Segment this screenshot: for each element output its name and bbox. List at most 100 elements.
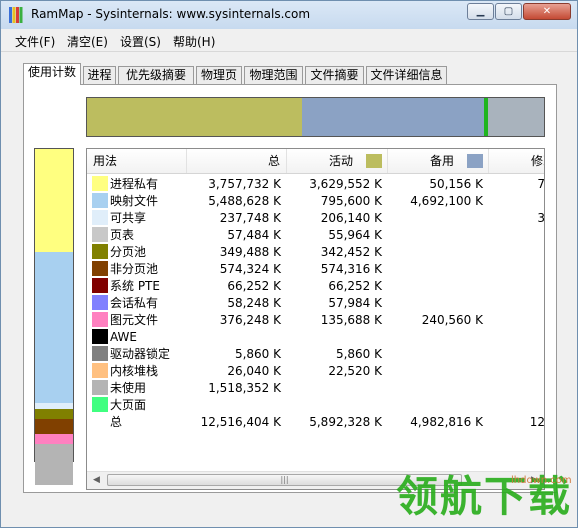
summary-segment-standby (302, 98, 485, 136)
summary-segment-other (487, 98, 544, 136)
row-active: 66,252 K (328, 279, 382, 293)
row-color-swatch (92, 210, 108, 225)
row-total: 237,748 K (219, 211, 281, 225)
minimize-button[interactable]: ▁ (467, 3, 494, 20)
close-button[interactable]: ✕ (523, 3, 571, 20)
active-color-swatch (366, 154, 382, 168)
row-total: 58,248 K (227, 296, 281, 310)
usage-segment (35, 252, 73, 404)
row-label: 内核堆栈 (110, 364, 159, 378)
row-modified (489, 380, 544, 397)
column-header-total[interactable]: 总 (187, 149, 287, 173)
row-active: 342,452 K (320, 245, 382, 259)
menu-help[interactable]: 帮助(H) (173, 33, 215, 50)
row-total: 5,488,628 K (208, 194, 281, 208)
tab-priority-summary[interactable]: 优先级摘要 (118, 66, 194, 84)
row-modified (489, 295, 544, 312)
row-standby: 240,560 K (421, 313, 483, 327)
row-label: 非分页池 (110, 262, 159, 276)
tab-file-details[interactable]: 文件详细信息 (366, 66, 447, 84)
table-row[interactable]: 驱动器锁定 5,860 K 5,860 K (87, 346, 544, 363)
list-header: 用法 总 活动 备用 修改 (87, 149, 544, 174)
tab-file-summary[interactable]: 文件摘要 (305, 66, 364, 84)
row-label: 总 (110, 415, 123, 429)
usage-segment (35, 409, 73, 419)
table-row[interactable]: 内核堆栈 26,040 K 22,520 K (87, 363, 544, 380)
table-row[interactable]: 页表 57,484 K 55,964 K (87, 227, 544, 244)
row-modified (489, 278, 544, 295)
watermark-url: lhdown.com (511, 475, 572, 486)
row-active: 135,688 K (320, 313, 382, 327)
table-row[interactable]: 进程私有 3,757,732 K 3,629,552 K 50,156 K 7 (87, 176, 545, 193)
row-modified (489, 363, 544, 380)
row-label: 分页池 (110, 245, 147, 259)
row-color-swatch (92, 346, 108, 361)
tab-physical-pages[interactable]: 物理页 (196, 66, 242, 84)
menu-empty[interactable]: 清空(E) (67, 33, 108, 50)
tab-physical-ranges[interactable]: 物理范围 (244, 66, 303, 84)
row-standby: 4,692,100 K (410, 194, 483, 208)
table-row[interactable]: 非分页池 574,324 K 574,316 K (87, 261, 544, 278)
column-header-modified-label: 修改 (531, 154, 544, 168)
row-color-swatch (92, 261, 108, 276)
menu-file[interactable]: 文件(F) (15, 33, 55, 50)
table-row[interactable]: 大页面 (87, 397, 544, 414)
table-row[interactable]: 未使用 1,518,352 K (87, 380, 544, 397)
table-row[interactable]: 图元文件 376,248 K 135,688 K 240,560 K (87, 312, 544, 329)
row-color-swatch (92, 363, 108, 378)
tab-processes[interactable]: 进程 (83, 66, 116, 84)
row-label: 图元文件 (110, 313, 159, 327)
scroll-left-icon[interactable]: ◀ (93, 475, 100, 485)
tab-use-counts[interactable]: 使用计数 (23, 63, 81, 85)
row-standby (388, 380, 483, 397)
table-row[interactable]: 分页池 349,488 K 342,452 K (87, 244, 544, 261)
row-color-swatch (92, 244, 108, 259)
table-row[interactable]: 会话私有 58,248 K 57,984 K (87, 295, 544, 312)
table-row[interactable]: 系统 PTE 66,252 K 66,252 K (87, 278, 544, 295)
maximize-icon: ▢ (503, 6, 514, 17)
row-total: 12,516,404 K (200, 415, 281, 429)
row-total: 574,324 K (219, 262, 281, 276)
close-icon: ✕ (542, 6, 552, 17)
column-header-standby[interactable]: 备用 (388, 149, 489, 173)
table-row[interactable]: 可共享 237,748 K 206,140 K 3 (87, 210, 544, 227)
row-label: 页表 (110, 228, 135, 242)
menu-options[interactable]: 设置(S) (120, 33, 161, 50)
row-label: 进程私有 (110, 177, 159, 191)
row-total: 26,040 K (227, 364, 281, 378)
row-active (287, 329, 382, 346)
row-modified (489, 227, 544, 244)
column-header-active[interactable]: 活动 (287, 149, 388, 173)
row-active: 795,600 K (320, 194, 382, 208)
row-active: 22,520 K (328, 364, 382, 378)
table-row[interactable]: AWE (87, 329, 544, 346)
row-label: 未使用 (110, 381, 147, 395)
row-active: 57,984 K (328, 296, 382, 310)
column-header-active-label: 活动 (329, 154, 354, 168)
row-total: 1,518,352 K (208, 381, 281, 395)
table-row[interactable]: 总 12,516,404 K 5,892,328 K 4,982,816 K 12 (87, 414, 544, 431)
row-standby (388, 397, 483, 414)
row-label: 会话私有 (110, 296, 159, 310)
row-total: 5,860 K (234, 347, 281, 361)
row-modified (489, 261, 544, 278)
column-header-modified[interactable]: 修改 (489, 149, 544, 173)
row-total: 57,484 K (227, 228, 281, 242)
standby-color-swatch (467, 154, 483, 168)
usage-bar (34, 148, 74, 485)
row-modified: 7 (537, 177, 545, 191)
row-color-swatch (92, 278, 108, 293)
row-label: 映射文件 (110, 194, 159, 208)
column-header-usage[interactable]: 用法 (87, 149, 187, 173)
row-active: 55,964 K (328, 228, 382, 242)
row-standby (388, 278, 483, 295)
row-total: 3,757,732 K (208, 177, 281, 191)
row-label: AWE (110, 330, 137, 344)
row-total: 376,248 K (219, 313, 281, 327)
row-color-swatch (92, 380, 108, 395)
row-active (287, 380, 382, 397)
row-label: 大页面 (110, 398, 147, 412)
table-row[interactable]: 映射文件 5,488,628 K 795,600 K 4,692,100 K (87, 193, 544, 210)
maximize-button[interactable]: ▢ (495, 3, 522, 20)
title-bar[interactable]: RamMap - Sysinternals: www.sysinternals.… (1, 1, 577, 29)
